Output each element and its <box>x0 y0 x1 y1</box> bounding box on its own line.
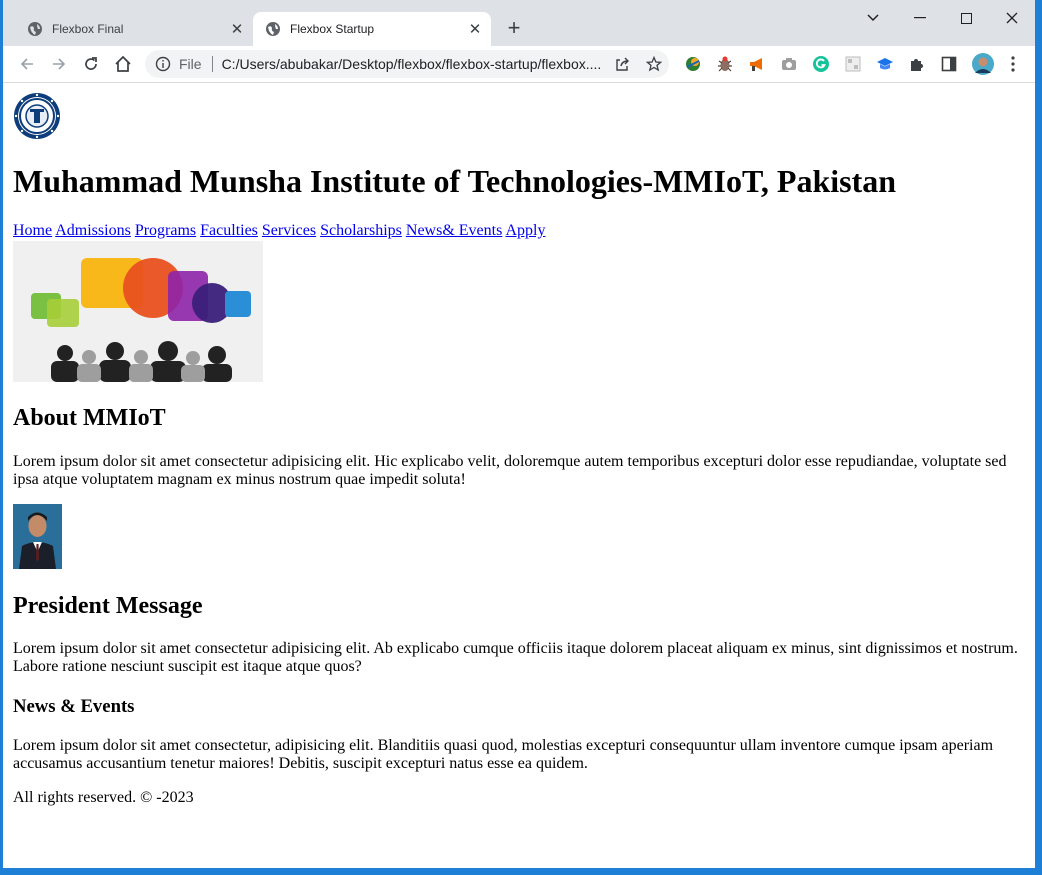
nav-link-scholarships[interactable]: Scholarships <box>320 222 402 239</box>
camera-icon[interactable] <box>779 54 799 74</box>
profile-avatar[interactable] <box>971 52 995 76</box>
president-photo <box>13 504 62 569</box>
tab-close-icon[interactable]: ✕ <box>467 21 483 38</box>
globe-icon <box>266 22 280 36</box>
globe-extension-icon[interactable] <box>683 54 703 74</box>
scheme-label: File <box>179 56 202 72</box>
footer-text: All rights reserved. © -2023 <box>13 789 194 806</box>
tab-close-icon[interactable]: ✕ <box>229 21 245 38</box>
menu-icon[interactable] <box>1003 54 1023 74</box>
nav-link-faculties[interactable]: Faculties <box>200 222 258 239</box>
bug-icon[interactable] <box>715 54 735 74</box>
new-tab-icon[interactable]: + <box>503 17 525 39</box>
share-icon[interactable] <box>613 55 631 73</box>
home-icon[interactable] <box>111 52 135 76</box>
tab-flexbox-final[interactable]: Flexbox Final ✕ <box>15 12 253 46</box>
tab-title: Flexbox Final <box>52 22 124 36</box>
globe-icon <box>28 22 42 36</box>
info-icon[interactable] <box>155 56 171 72</box>
tab-flexbox-startup[interactable]: Flexbox Startup ✕ <box>253 12 491 46</box>
main-nav: Home Admissions Programs Faculties Servi… <box>13 222 545 240</box>
graduation-cap-icon[interactable] <box>875 54 895 74</box>
megaphone-icon[interactable] <box>747 54 767 74</box>
tab-title: Flexbox Startup <box>290 22 375 36</box>
nav-link-services[interactable]: Services <box>262 222 316 239</box>
nav-link-programs[interactable]: Programs <box>135 222 196 239</box>
about-text: Lorem ipsum dolor sit amet consectetur a… <box>13 453 1007 488</box>
qr-icon[interactable] <box>843 54 863 74</box>
nav-link-home[interactable]: Home <box>13 222 52 239</box>
president-heading: President Message <box>13 593 203 619</box>
hero-speech-bubbles-image <box>13 241 263 382</box>
minimize-icon[interactable] <box>905 6 935 30</box>
nav-link-news-events[interactable]: News& Events <box>406 222 502 239</box>
divider <box>211 56 213 72</box>
address-bar[interactable]: File C:/Users/abubakar/Desktop/flexbox/f… <box>145 50 669 78</box>
nav-link-admissions[interactable]: Admissions <box>55 222 131 239</box>
president-text: Lorem ipsum dolor sit amet consectetur a… <box>13 640 1018 675</box>
institute-logo <box>14 93 60 139</box>
page-content: Muhammad Munsha Institute of Technologie… <box>3 83 1035 868</box>
grammarly-icon[interactable] <box>811 54 831 74</box>
news-heading: News & Events <box>13 696 135 717</box>
browser-window: Flexbox Final ✕ Flexbox Startup ✕ + File… <box>3 0 1035 868</box>
close-icon[interactable] <box>997 6 1027 30</box>
nav-link-apply[interactable]: Apply <box>505 222 545 239</box>
tab-strip: Flexbox Final ✕ Flexbox Startup ✕ + <box>3 0 1035 46</box>
tab-search-icon[interactable] <box>858 6 888 30</box>
page-title: Muhammad Munsha Institute of Technologie… <box>13 163 897 199</box>
reload-icon[interactable] <box>79 52 103 76</box>
side-panel-icon[interactable] <box>939 54 959 74</box>
about-heading: About MMIoT <box>13 405 166 431</box>
forward-icon[interactable] <box>47 52 71 76</box>
extensions-icon[interactable] <box>907 54 927 74</box>
news-text: Lorem ipsum dolor sit amet consectetur, … <box>13 737 994 772</box>
back-icon[interactable] <box>15 52 39 76</box>
toolbar: File C:/Users/abubakar/Desktop/flexbox/f… <box>3 46 1035 83</box>
star-icon[interactable] <box>645 55 663 73</box>
maximize-icon[interactable] <box>951 6 981 30</box>
url-text[interactable]: C:/Users/abubakar/Desktop/flexbox/flexbo… <box>222 56 606 72</box>
